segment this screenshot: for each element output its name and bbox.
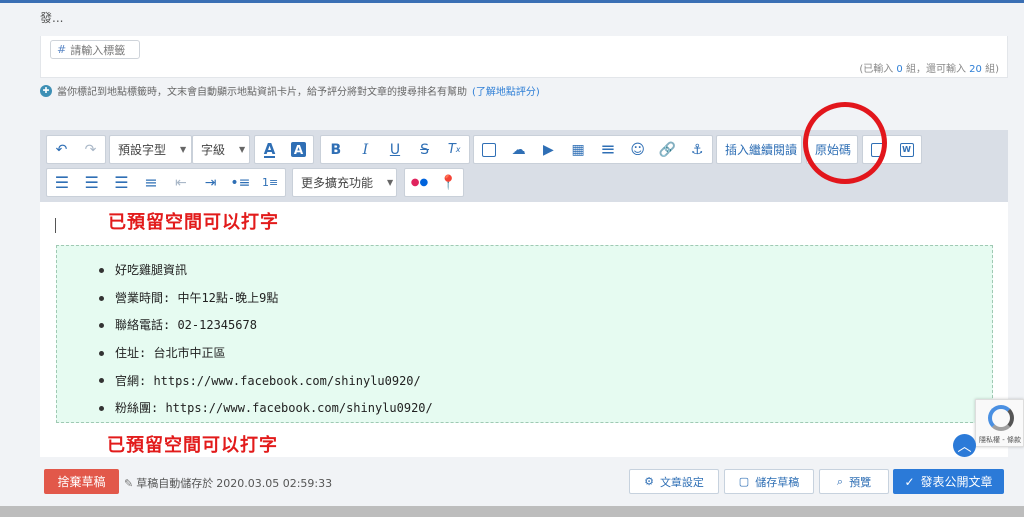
chevron-up-icon: ︿ (957, 438, 972, 455)
editor-content[interactable]: 已預留空間可以打字 好吃雞腿資訊 營業時間: 中午12點-晚上9點 聯絡電話: … (40, 202, 1008, 457)
scroll-to-top-button[interactable]: ︿ (953, 434, 976, 457)
redo-icon[interactable]: ↷ (76, 136, 105, 163)
indent-icon[interactable]: ⇥ (196, 169, 226, 196)
bottom-action-bar: 捨棄草稿 ✎ 草稿自動儲存於 2020.03.05 02:59:33 ⚙ 文章設… (40, 458, 1008, 502)
clear-format-icon[interactable]: Tx (439, 136, 469, 163)
strikethrough-icon[interactable]: S (410, 136, 440, 163)
format-group: B I U S Tx (320, 135, 470, 164)
text-color-icon[interactable]: A (255, 136, 284, 163)
top-border (0, 0, 1024, 3)
recaptcha-label: 隱私權 - 條款 (979, 436, 1021, 444)
info-list: 好吃雞腿資訊 營業時間: 中午12點-晚上9點 聯絡電話: 02-1234567… (99, 256, 433, 422)
recaptcha-badge[interactable]: 隱私權 - 條款 (975, 399, 1024, 447)
tag-input[interactable]: # 請輸入標籤 (50, 40, 140, 59)
annotation-note-top: 已預留空間可以打字 (108, 212, 279, 233)
more-extensions-select[interactable]: 更多擴充功能 ▼ (292, 168, 397, 197)
chevron-down-icon: ▼ (180, 145, 187, 154)
justify-icon[interactable]: ≡ (136, 169, 166, 196)
chevron-down-icon: ▼ (239, 145, 246, 154)
align-center-icon[interactable]: ☰ (77, 169, 107, 196)
save-draft-button[interactable]: ▢ 儲存草稿 (724, 469, 814, 494)
insert-group: ☁ ▶ ▦ ≡ ☺ 🔗 ⚓ (473, 135, 713, 164)
info-box[interactable]: 好吃雞腿資訊 營業時間: 中午12點-晚上9點 聯絡電話: 02-1234567… (56, 245, 993, 423)
chevron-down-icon: ▼ (387, 178, 394, 187)
italic-icon[interactable]: I (351, 136, 381, 163)
list-item: 粉絲團: https://www.facebook.com/shinylu092… (99, 394, 433, 422)
map-pin-icon[interactable]: 📍 (434, 169, 463, 196)
emoji-icon[interactable]: ☺ (623, 136, 653, 163)
location-rating-link[interactable]: (了解地點評分) (472, 83, 540, 98)
video-icon[interactable]: ▶ (534, 136, 564, 163)
hash-icon: # (57, 43, 67, 56)
undo-icon[interactable]: ↶ (47, 136, 76, 163)
insert-read-more-button[interactable]: 插入繼續閱讀 (716, 135, 802, 164)
discard-draft-button[interactable]: 捨棄草稿 (44, 469, 119, 494)
publish-button[interactable]: ✓ 發表公開文章 (893, 469, 1004, 494)
horizontal-scrollbar[interactable] (0, 506, 1024, 517)
save-icon: ▢ (738, 475, 750, 488)
list-item: 聯絡電話: 02-12345678 (99, 311, 433, 339)
article-title-input[interactable]: 發... (40, 9, 63, 26)
background-color-icon[interactable]: A (284, 136, 313, 163)
align-left-icon[interactable]: ☰ (47, 169, 77, 196)
font-size-select[interactable]: 字級 ▼ (192, 135, 250, 164)
tag-input-placeholder: 請輸入標籤 (70, 43, 126, 57)
list-item: 好吃雞腿資訊 (99, 256, 433, 284)
search-icon: ⌕ (836, 474, 844, 488)
align-right-icon[interactable]: ☰ (107, 169, 137, 196)
article-settings-button[interactable]: ⚙ 文章設定 (629, 469, 719, 494)
check-icon: ✓ (904, 474, 915, 489)
text-cursor (55, 218, 56, 233)
font-family-select[interactable]: 預設字型 ▼ (109, 135, 192, 164)
link-icon[interactable]: 🔗 (653, 136, 683, 163)
extension-group: ● ● 📍 (404, 168, 464, 197)
list-item: 官網: https://www.facebook.com/shinylu0920… (99, 366, 433, 394)
numbered-list-icon[interactable]: 1≡ (255, 169, 285, 196)
gear-icon: ⚙ (644, 475, 654, 488)
horizontal-rule-icon[interactable]: ≡ (593, 136, 623, 163)
underline-icon[interactable]: U (380, 136, 410, 163)
table-icon[interactable]: ▦ (563, 136, 593, 163)
list-item: 住址: 台北市中正區 (99, 339, 433, 367)
autosave-status: ✎ 草稿自動儲存於 2020.03.05 02:59:33 (124, 476, 333, 491)
annotation-note-bottom: 已預留空間可以打字 (107, 435, 278, 456)
outdent-icon[interactable]: ⇤ (166, 169, 196, 196)
paste-from-word-icon[interactable]: W (892, 136, 921, 163)
bold-icon[interactable]: B (321, 136, 351, 163)
tag-panel: # 請輸入標籤 (已輸入 0 組，還可輸入 20 組) (40, 36, 1008, 78)
anchor-icon[interactable]: ⚓ (682, 136, 712, 163)
tag-count: (已輸入 0 組，還可輸入 20 組) (859, 64, 999, 75)
image-icon[interactable] (474, 136, 504, 163)
color-group: A A (254, 135, 314, 164)
preview-button[interactable]: ⌕ 預覽 (819, 469, 889, 494)
annotation-circle (803, 102, 887, 184)
location-hint: ✚ 當你標記到地點標籤時，文末會自動顯示地點資訊卡片，給予評分將對文章的搜尋排名… (40, 83, 540, 98)
recaptcha-icon (988, 405, 1014, 431)
flickr-icon[interactable]: ● ● (405, 169, 434, 196)
pencil-icon: ✎ (124, 476, 134, 490)
undo-redo-group: ↶ ↷ (46, 135, 106, 164)
bullet-list-icon[interactable]: •≡ (226, 169, 256, 196)
alignment-group: ☰ ☰ ☰ ≡ ⇤ ⇥ •≡ 1≡ (46, 168, 286, 197)
upload-cloud-icon[interactable]: ☁ (504, 136, 534, 163)
location-hint-text: 當你標記到地點標籤時，文末會自動顯示地點資訊卡片，給予評分將對文章的搜尋排名有幫… (57, 87, 467, 98)
location-info-icon: ✚ (40, 84, 52, 97)
list-item: 營業時間: 中午12點-晚上9點 (99, 284, 433, 312)
